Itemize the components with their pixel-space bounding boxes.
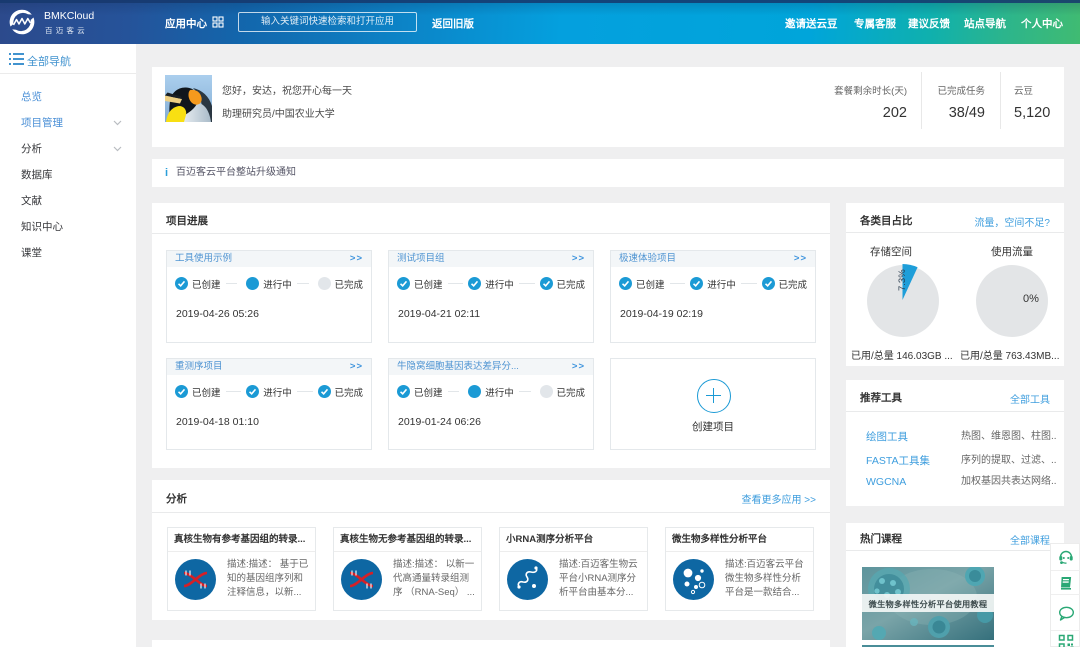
svg-text:微生物多样性分析平台使用教程: 微生物多样性分析平台使用教程	[868, 599, 988, 609]
